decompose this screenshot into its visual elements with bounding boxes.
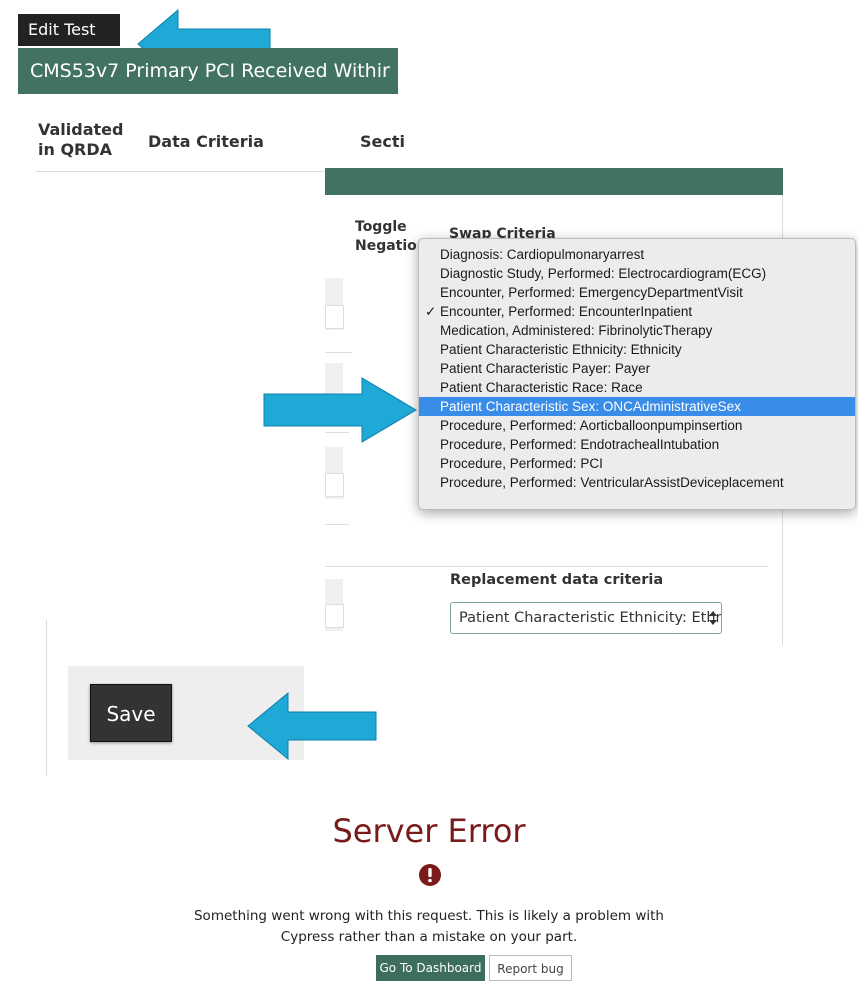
row-input — [325, 305, 344, 329]
swap-criteria-dropdown[interactable]: Diagnosis: Cardiopulmonaryarrest Diagnos… — [418, 238, 856, 510]
dropdown-option[interactable]: ✓ Encounter, Performed: EncounterInpatien… — [419, 302, 855, 321]
dropdown-option[interactable]: Procedure, Performed: Aorticballoonpumpi… — [419, 416, 855, 435]
dropdown-option[interactable]: Medication, Administered: FibrinolyticTh… — [419, 321, 855, 340]
dropdown-option[interactable]: Diagnostic Study, Performed: Electrocard… — [419, 264, 855, 283]
dropdown-option[interactable]: Patient Characteristic Ethnicity: Ethnic… — [419, 340, 855, 359]
server-error-message: Something went wrong with this request. … — [150, 906, 708, 948]
replacement-criteria-value: Patient Characteristic Ethnicity: Ethr — [459, 610, 722, 626]
dropdown-option[interactable]: Procedure, Performed: VentricularAssistD… — [419, 473, 855, 492]
save-button[interactable]: Save — [90, 684, 172, 742]
dropdown-option[interactable]: Encounter, Performed: EmergencyDepartmen… — [419, 283, 855, 302]
edit-test-button[interactable]: Edit Test — [18, 14, 120, 46]
header-divider — [36, 171, 326, 172]
row-input — [325, 473, 344, 497]
exclamation-icon — [419, 864, 441, 886]
panel-left-border — [46, 620, 47, 776]
row-divider — [325, 352, 352, 353]
dropdown-option[interactable]: Patient Characteristic Race: Race — [419, 378, 855, 397]
go-to-dashboard-button[interactable]: Go To Dashboard — [376, 955, 485, 981]
dropdown-option[interactable]: Diagnosis: Cardiopulmonaryarrest — [419, 245, 855, 264]
replacement-criteria-label: Replacement data criteria — [450, 572, 664, 588]
dropdown-option-highlighted[interactable]: Patient Characteristic Sex: ONCAdministr… — [419, 397, 855, 416]
select-chevron-icon — [709, 611, 717, 625]
row-divider — [325, 566, 768, 567]
row-divider — [325, 524, 349, 525]
server-error-title: Server Error — [332, 812, 526, 850]
row-input — [325, 604, 344, 628]
section-column-header: Secti — [360, 132, 405, 151]
validated-column-header: Validated in QRDA — [38, 120, 124, 159]
arrow-right-icon — [263, 377, 417, 443]
toggle-negation-header: Toggle Negation — [355, 219, 427, 254]
report-bug-button[interactable]: Report bug — [489, 955, 572, 981]
dropdown-option[interactable]: Procedure, Performed: EndotrachealIntuba… — [419, 435, 855, 454]
measure-title-bar: CMS53v7 Primary PCI Received Withir — [18, 48, 398, 94]
replacement-criteria-select[interactable]: Patient Characteristic Ethnicity: Ethr — [450, 602, 722, 634]
section-teal-bar — [325, 168, 783, 195]
error-message-line: Something went wrong with this request. … — [193, 908, 664, 924]
data-criteria-column-header: Data Criteria — [148, 132, 264, 151]
dropdown-option[interactable]: Patient Characteristic Payer: Payer — [419, 359, 855, 378]
checkmark-icon: ✓ — [425, 304, 437, 319]
dropdown-option[interactable]: Procedure, Performed: PCI — [419, 454, 855, 473]
arrow-left-icon — [247, 691, 377, 761]
error-message-line: Cypress rather than a mistake on your pa… — [280, 929, 578, 945]
